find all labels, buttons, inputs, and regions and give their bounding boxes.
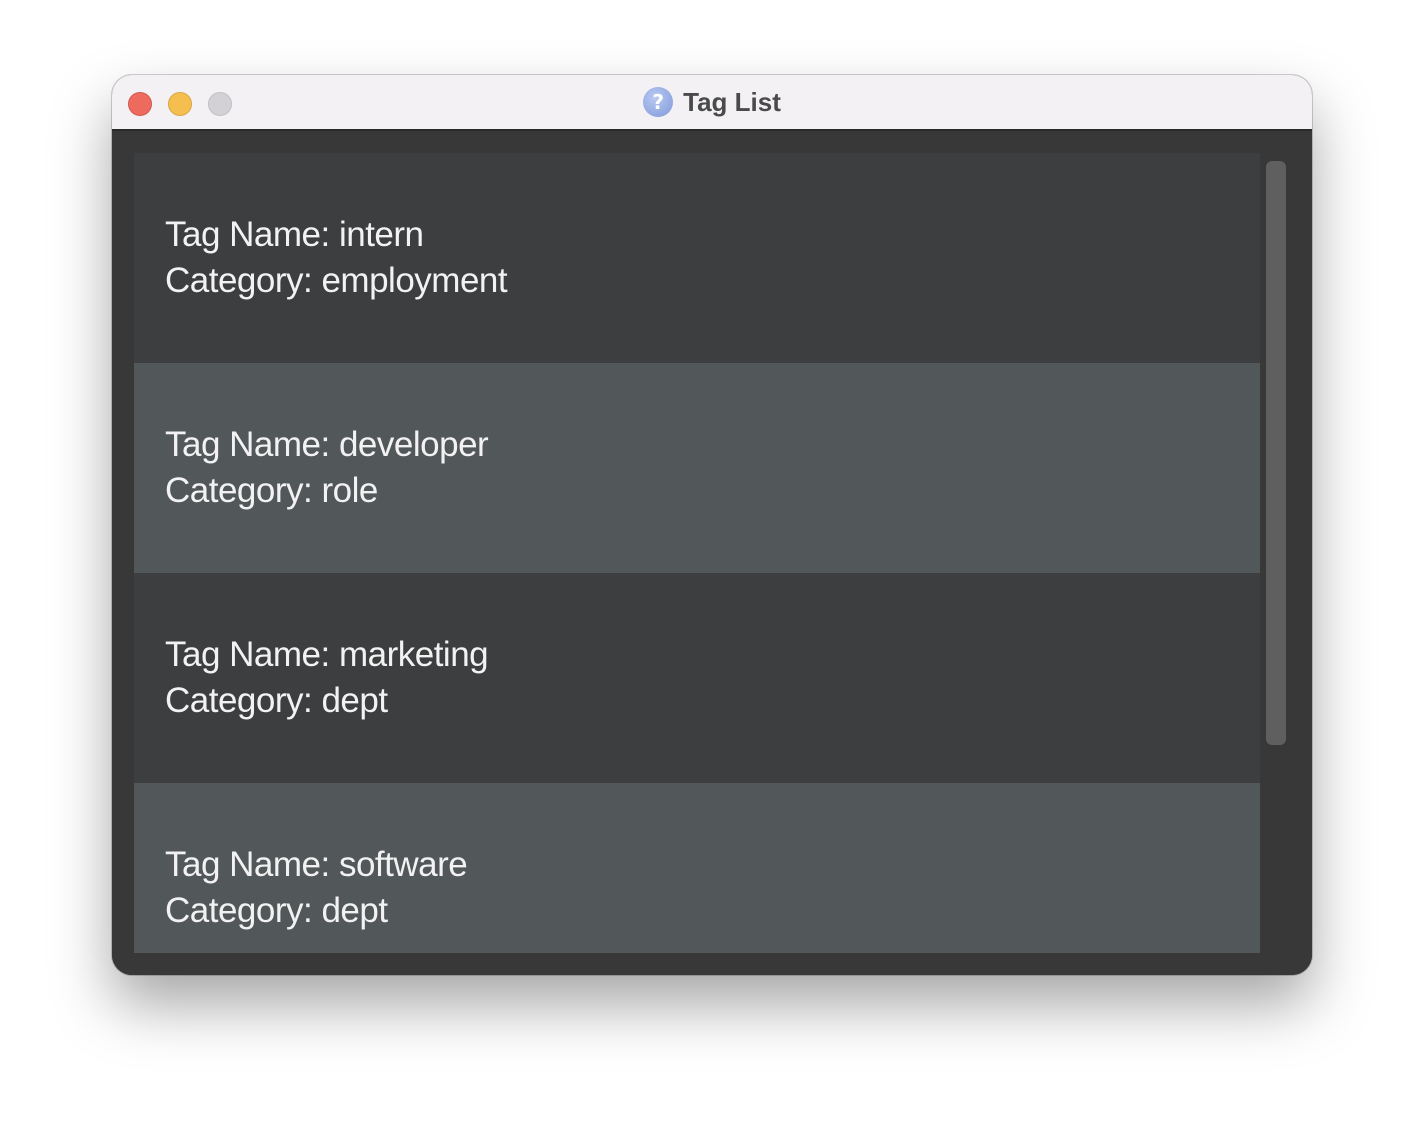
tag-category-label: Category: role [165,471,378,510]
vertical-scrollbar[interactable] [1264,153,1288,953]
title-bar[interactable]: ? Tag List [112,75,1312,131]
tag-list[interactable]: Tag Name: intern Category: employment Ta… [134,153,1260,953]
list-item[interactable]: Tag Name: software Category: dept [134,783,1260,953]
tag-category-label: Category: dept [165,681,388,720]
tag-name-label: Tag Name: software [165,845,468,884]
window-title: Tag List [683,86,781,117]
app-window: ? Tag List Tag Name: intern Category: em… [112,75,1312,975]
tag-category-label: Category: dept [165,891,388,930]
tag-name-label: Tag Name: developer [165,425,489,464]
list-item[interactable]: Tag Name: developer Category: role [134,363,1260,573]
tag-name-label: Tag Name: intern [165,215,424,254]
tag-name-label: Tag Name: marketing [165,635,489,674]
tag-category-label: Category: employment [165,261,508,300]
content-area: Tag Name: intern Category: employment Ta… [112,131,1312,975]
list-item[interactable]: Tag Name: intern Category: employment [134,153,1260,363]
list-item[interactable]: Tag Name: marketing Category: dept [134,573,1260,783]
scrollbar-thumb[interactable] [1266,161,1286,745]
window-title-group: ? Tag List [112,75,1312,129]
help-icon: ? [643,87,674,117]
